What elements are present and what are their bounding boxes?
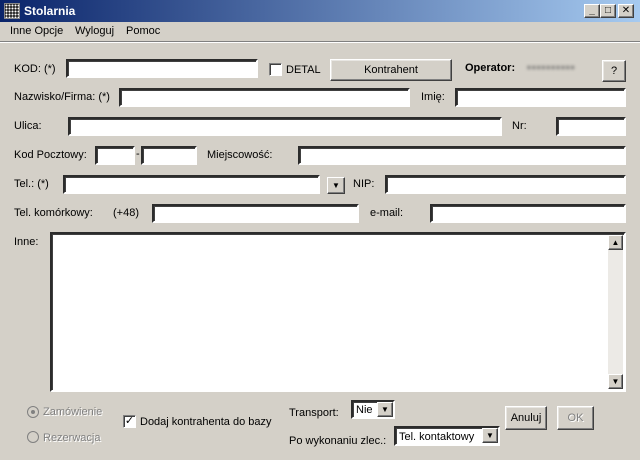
kod-pocztowy-input-1[interactable] [95, 146, 135, 165]
menu-wyloguj[interactable]: Wyloguj [75, 25, 114, 37]
dodaj-checkbox[interactable]: ✓ [123, 415, 136, 428]
menu-divider [0, 41, 640, 43]
scroll-down-arrow-icon[interactable]: ▼ [608, 374, 623, 389]
rezerwacja-label: Rezerwacja [43, 432, 101, 444]
minimize-button[interactable]: _ [584, 4, 600, 18]
inne-textarea[interactable] [50, 232, 626, 392]
nr-label: Nr: [512, 120, 527, 132]
title-bar: Stolarnia _ □ ✕ [0, 0, 640, 22]
tel-kom-prefix: (+48) [113, 207, 139, 219]
po-wykonaniu-label: Po wykonaniu zlec.: [289, 435, 387, 447]
tel-kom-input[interactable] [152, 204, 359, 223]
ok-button[interactable]: OK [557, 406, 594, 430]
maximize-button[interactable]: □ [600, 4, 616, 18]
inne-label: Inne: [14, 236, 39, 248]
nip-input[interactable] [385, 175, 626, 194]
radio-dot-icon [31, 410, 35, 414]
scroll-up-arrow-icon[interactable]: ▲ [608, 235, 623, 250]
tel-kom-label: Tel. komórkowy: [14, 207, 93, 219]
nr-input[interactable] [556, 117, 626, 136]
transport-value: Nie [356, 404, 373, 416]
operator-value: •••••••••• [527, 62, 576, 74]
menu-bar: Inne Opcje Wyloguj Pomoc [0, 22, 640, 41]
miejscowosc-label: Miejscowość: [207, 149, 273, 161]
tel-label: Tel.: (*) [14, 178, 49, 190]
detal-checkbox[interactable] [269, 63, 282, 76]
po-wykonaniu-dropdown-icon[interactable]: ▼ [482, 428, 498, 443]
app-icon [4, 3, 20, 19]
close-button[interactable]: ✕ [618, 4, 634, 18]
kod-pocztowy-label: Kod Pocztowy: [14, 149, 87, 161]
menu-pomoc[interactable]: Pomoc [126, 25, 160, 37]
nip-label: NIP: [353, 178, 375, 190]
menu-inne-opcje[interactable]: Inne Opcje [10, 25, 63, 37]
rezerwacja-radio[interactable] [27, 431, 39, 443]
email-label: e-mail: [370, 207, 404, 219]
anuluj-button[interactable]: Anuluj [505, 406, 547, 430]
imie-input[interactable] [455, 88, 626, 107]
operator-label: Operator: [465, 62, 516, 74]
tel-input[interactable] [63, 175, 320, 194]
transport-label: Transport: [289, 407, 339, 419]
kontrahent-button[interactable]: Kontrahent [330, 59, 452, 81]
help-button[interactable]: ? [602, 60, 626, 82]
imie-label: Imię: [421, 91, 445, 103]
ulica-label: Ulica: [14, 120, 42, 132]
nazwisko-input[interactable] [119, 88, 410, 107]
detal-label: DETAL [286, 64, 321, 76]
nazwisko-label: Nazwisko/Firma: (*) [14, 91, 110, 103]
dodaj-label: Dodaj kontrahenta do bazy [140, 416, 272, 428]
transport-dropdown-icon[interactable]: ▼ [377, 402, 393, 417]
kod-input[interactable] [66, 59, 258, 78]
window-title: Stolarnia [24, 4, 76, 18]
kod-pocztowy-input-2[interactable] [141, 146, 197, 165]
ulica-input[interactable] [68, 117, 502, 136]
po-wykonaniu-value: Tel. kontaktowy [399, 431, 475, 443]
email-input[interactable] [430, 204, 626, 223]
zamowienie-radio[interactable] [27, 406, 39, 418]
kod-label: KOD: (*) [14, 63, 56, 75]
miejscowosc-input[interactable] [298, 146, 626, 165]
inne-scrollbar[interactable] [608, 235, 623, 389]
tel-dropdown-button[interactable]: ▼ [327, 177, 345, 194]
kod-pocztowy-separator: - [136, 148, 140, 160]
zamowienie-label: Zamówienie [43, 406, 103, 418]
